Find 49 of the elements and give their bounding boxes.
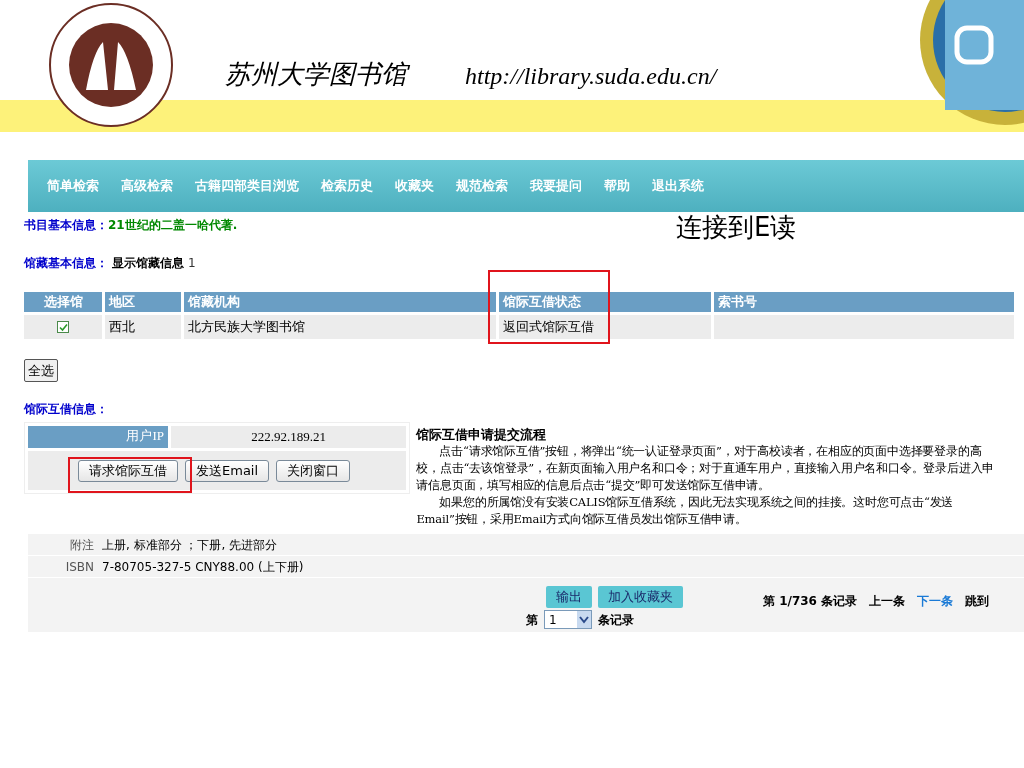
nav-link[interactable]: 帮助: [604, 176, 630, 196]
nav-link[interactable]: 高级检索: [121, 176, 173, 196]
nav-link[interactable]: 古籍四部类目浏览: [195, 176, 299, 196]
nav-link[interactable]: 检索历史: [321, 176, 373, 196]
detail-value: 上册, 标准部分 ；下册, 先进部分: [102, 536, 278, 554]
process-paragraph: 如果您的所属馆没有安装CALIS馆际互借系统，因此无法实现系统之间的挂接。这时您可点击“发送Email”按钮，采用Email方式向馆际互借员发出馆际互借申请。: [416, 494, 955, 528]
column-header: 地区: [105, 292, 181, 312]
toolbar-button[interactable]: 加入收藏夹: [598, 586, 683, 608]
ill-info-label: 馆际互借信息：: [24, 401, 109, 418]
holding-info-label: 馆藏基本信息：: [24, 255, 108, 272]
column-header: 馆藏机构: [184, 292, 496, 312]
nav-link[interactable]: 我要提问: [530, 176, 582, 196]
record-counter: 第 1/736 条记录: [763, 593, 858, 610]
check-icon: [58, 322, 68, 332]
header-url: http://library.suda.edu.cn/: [465, 62, 717, 91]
select-all-button[interactable]: 全选: [24, 359, 58, 382]
next-link[interactable]: 下一条: [917, 592, 954, 610]
nav-link[interactable]: 规范检索: [456, 176, 508, 196]
action-button[interactable]: 关闭窗口: [276, 459, 351, 482]
column-header: 馆际互借状态: [499, 292, 711, 312]
table-cell: 西北: [105, 315, 181, 339]
nav-link[interactable]: 简单检索: [47, 176, 99, 196]
record-select[interactable]: 1: [544, 610, 592, 629]
goto-suffix: 条记录: [598, 611, 634, 629]
process-title: 馆际互借申请提交流程: [416, 426, 548, 443]
jump-label: 跳到: [965, 593, 990, 610]
detail-value: 7-80705-327-5 CNY88.00 (上下册): [102, 558, 304, 576]
goto-prefix: 第: [526, 611, 538, 629]
process-paragraph: 点击“请求馆际互借”按钮，将弹出“统一认证登录页面”，对于高校读者，在相应的页面中选择要登录的高校，点击“去该馆登录”，在新页面输入用户名和口令；对于直通车用户，直接输入用户名和口令。登录后进入申请信息页面，填写相应的信息后点击“提交”即可发送馆际互借申请。: [416, 443, 996, 494]
column-header: 索书号: [714, 292, 1014, 312]
ip-value: 222.92.189.21: [171, 426, 407, 448]
ip-label: 用户IP: [28, 426, 168, 448]
dropdown-icon: [577, 611, 591, 628]
nav-link[interactable]: 退出系统: [652, 176, 704, 196]
book-info-label: 书目基本信息：: [24, 217, 108, 234]
prev-link[interactable]: 上一条: [869, 592, 906, 610]
column-header: 选择馆: [24, 292, 102, 312]
action-button[interactable]: 请求馆际互借: [78, 459, 178, 482]
action-button[interactable]: 发送Email: [185, 459, 270, 482]
detail-label: ISBN: [64, 558, 95, 576]
table-cell: 北方民族大学图书馆: [184, 315, 496, 339]
table-cell: 返回式馆际互借: [499, 315, 711, 339]
holding-info-value: 显示馆藏信息: [112, 255, 184, 272]
toolbar-button[interactable]: 输出: [546, 586, 592, 608]
holding-count: 1: [188, 255, 196, 272]
book-info-value: 21世纪的二盖一哈代著.: [108, 217, 238, 234]
row-checkbox[interactable]: [57, 321, 69, 333]
nav-link[interactable]: 收藏夹: [395, 176, 434, 196]
detail-label: 附注: [69, 536, 95, 554]
